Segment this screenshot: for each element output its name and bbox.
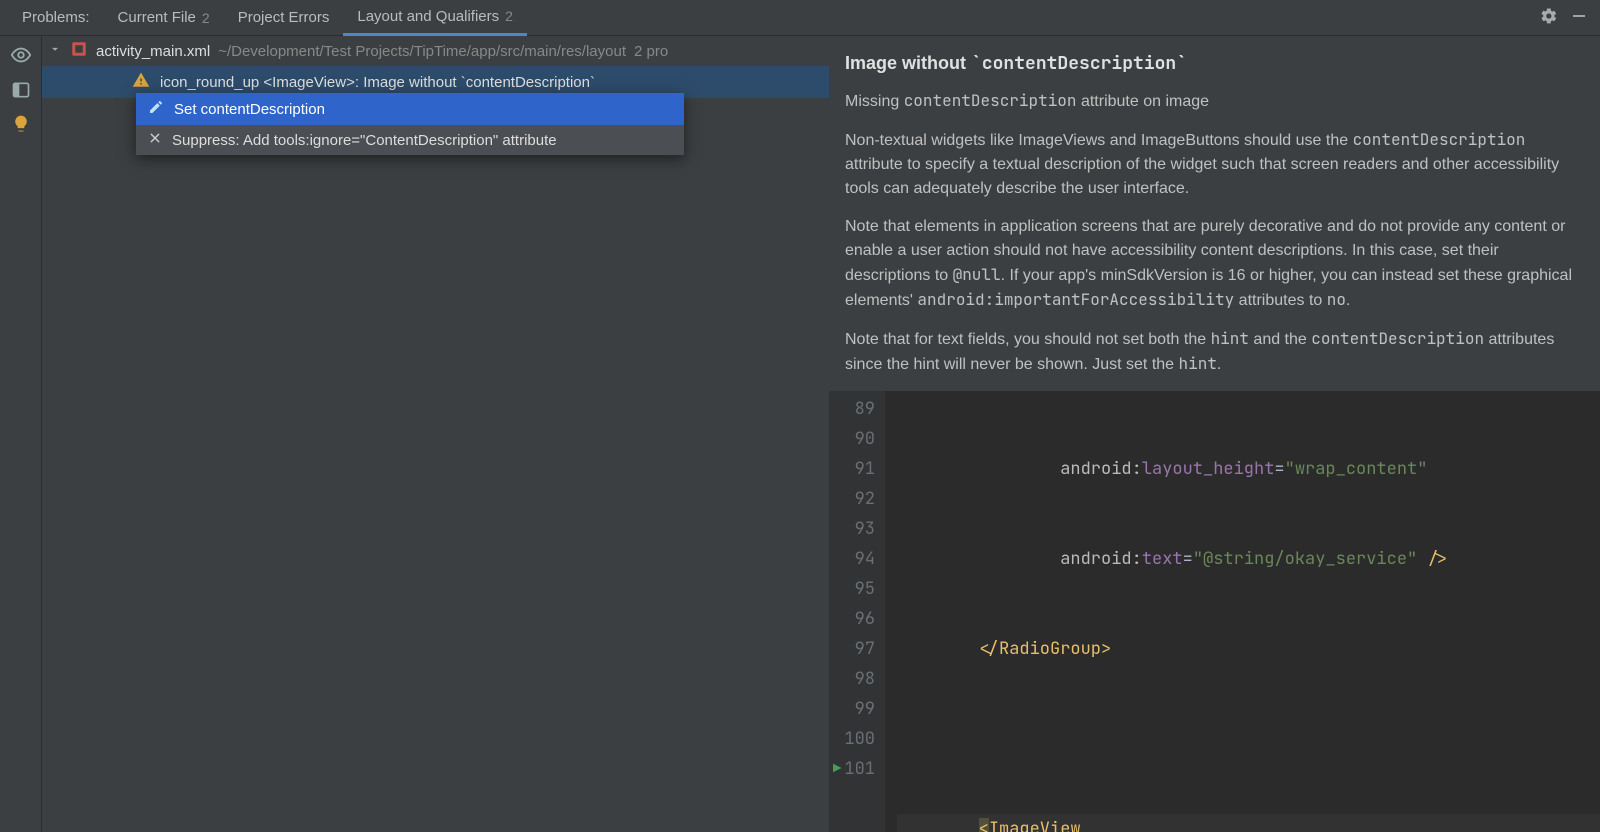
popup-item-label: Set contentDescription: [174, 101, 325, 118]
code-line: android:layout_height="wrap_content": [897, 454, 1600, 484]
left-tool-rail: [0, 36, 42, 832]
bulb-icon[interactable]: [11, 114, 31, 138]
file-name: activity_main.xml: [96, 43, 210, 60]
code-area[interactable]: android:layout_height="wrap_content" and…: [885, 391, 1600, 832]
tab-count: 2: [505, 8, 513, 24]
code-span: no: [1327, 289, 1346, 310]
gear-icon[interactable]: [1540, 7, 1558, 29]
quickfix-popup: Set contentDescription Suppress: Add too…: [136, 93, 684, 155]
code-span: contentDescription: [904, 90, 1077, 111]
tab-layout-qualifiers[interactable]: Layout and Qualifiers 2: [343, 0, 527, 36]
doc-para: Note that elements in application screen…: [845, 215, 1584, 313]
tab-project-errors[interactable]: Project Errors: [224, 0, 344, 36]
doc-para: Note that for text fields, you should no…: [845, 327, 1584, 377]
doc-title: Image without `contentDescription`: [845, 50, 1584, 77]
code-line: <ImageView: [897, 814, 1600, 832]
code-span: android:importantForAccessibility: [917, 289, 1234, 310]
problems-header: Problems: Current File 2 Project Errors …: [0, 0, 1600, 36]
file-issue-count: 2 pro: [634, 43, 668, 60]
doc-para: Missing contentDescription attribute on …: [845, 89, 1584, 114]
file-node[interactable]: activity_main.xml ~/Development/Test Pro…: [42, 36, 829, 66]
code-span: @null: [953, 264, 1001, 285]
warning-icon: [132, 71, 150, 93]
code-line: android:text="@string/okay_service" />: [897, 544, 1600, 574]
file-path: ~/Development/Test Projects/TipTime/app/…: [218, 43, 626, 60]
code-span: contentDescription: [1353, 129, 1526, 150]
right-panel: Image without `contentDescription` Missi…: [829, 36, 1600, 832]
quickfix-suppress[interactable]: Suppress: Add tools:ignore="ContentDescr…: [136, 125, 684, 155]
panel-icon[interactable]: [11, 80, 31, 104]
minimize-icon[interactable]: [1570, 7, 1588, 29]
problems-label: Problems:: [8, 0, 104, 36]
code-span: hint: [1179, 353, 1217, 374]
doc-para: Non-textual widgets like ImageViews and …: [845, 128, 1584, 201]
documentation-panel: Image without `contentDescription` Missi…: [829, 36, 1600, 391]
tab-label: Current File: [118, 9, 196, 26]
code-line: </RadioGroup>: [897, 634, 1600, 664]
quickfix-set-contentdescription[interactable]: Set contentDescription: [136, 93, 684, 125]
issue-text: icon_round_up <ImageView>: Image without…: [160, 74, 595, 91]
code-line: [897, 724, 1600, 754]
run-arrow-icon[interactable]: ▶: [833, 754, 841, 784]
tab-current-file[interactable]: Current File 2: [104, 0, 224, 36]
code-span: hint: [1211, 328, 1249, 349]
close-icon: [148, 131, 162, 149]
code-span: contentDescription: [1311, 328, 1484, 349]
xml-file-icon: [70, 40, 88, 62]
tab-label: Project Errors: [238, 9, 330, 26]
edit-icon: [148, 99, 164, 119]
issues-tree: activity_main.xml ~/Development/Test Pro…: [42, 36, 829, 832]
code-editor[interactable]: 89 90 91 92 93 94 95 96 97 98 99 100 ▶ 1…: [829, 391, 1600, 832]
gutter: 89 90 91 92 93 94 95 96 97 98 99 100 ▶ 1…: [829, 391, 885, 832]
chevron-down-icon[interactable]: [48, 42, 62, 60]
preview-icon[interactable]: [10, 44, 32, 70]
popup-item-label: Suppress: Add tools:ignore="ContentDescr…: [172, 132, 557, 149]
tab-label: Layout and Qualifiers: [357, 8, 499, 25]
code-span: `contentDescription`: [971, 52, 1187, 75]
tab-count: 2: [202, 10, 210, 26]
